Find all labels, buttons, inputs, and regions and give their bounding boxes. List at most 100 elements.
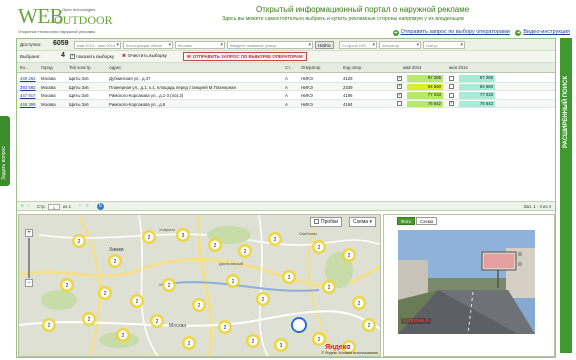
col-code[interactable]: Ко... [20,65,28,70]
map-cluster-marker[interactable]: 2 [116,328,130,342]
first-page-icon[interactable]: « [21,203,24,209]
row-code[interactable]: 449 399 [20,102,36,107]
col-side[interactable]: Ст. [285,65,291,70]
status-select[interactable]: статус [423,41,465,49]
next-page-icon[interactable]: › [79,203,81,209]
zoom-control[interactable]: + − [25,229,33,289]
col-city[interactable]: Город [41,65,53,70]
may-checkbox[interactable] [397,101,402,106]
show-selection-toggle[interactable]: показать выборку [70,53,114,59]
jun-checkbox[interactable] [449,75,454,81]
map-label-khimki: Химки [109,247,124,253]
col-jun[interactable]: июн 2014 [449,65,468,70]
map-cluster-marker[interactable]: 2 [162,278,176,292]
map-cluster-marker[interactable]: 2 [312,332,326,346]
prev-page-icon[interactable]: ‹ [28,203,30,209]
col-type[interactable]: Тип констр. [69,65,92,70]
logo[interactable]: WEB Open technologies OUTDOOR Открытые т… [16,5,128,35]
map-cluster-marker[interactable]: 3 [282,270,296,284]
operator-select[interactable]: оператор [379,41,421,49]
map-cluster-marker[interactable]: 3 [176,228,190,242]
last-page-icon[interactable]: » [86,203,89,209]
page-of: из 1 [63,204,71,209]
advanced-search-tab[interactable]: РАСШИРЕННЫЙ ПОИСК [560,38,572,353]
find-button[interactable]: Найти [315,41,334,49]
jun-checkbox[interactable] [449,100,454,106]
city-select[interactable]: Москва [175,41,225,49]
map-cluster-marker[interactable]: 2 [226,274,240,288]
selected-marker[interactable] [291,317,307,333]
map-cluster-marker[interactable]: 2 [268,232,282,246]
table-row[interactable]: 393 592 Москва Щиты 3х6 Планерная ул., д.1,… [17,82,555,91]
send-request-label: ОТПРАВИТЬ ЗАПРОС ПО ВЫБОРКЕ ОПЕРАТОРАМ [192,54,303,59]
advanced-search-label: РАСШИРЕННЫЙ ПОИСК [563,75,569,148]
construction-select[interactable]: Конструкции обычн [123,41,173,49]
row-code[interactable]: 393 592 [20,85,36,90]
map-cluster-marker[interactable]: 2 [342,248,356,262]
map-cluster-marker[interactable]: 2 [246,334,260,348]
period-select[interactable]: май 2014 - июн 2014 [74,41,121,49]
col-operator[interactable]: Оператор [301,65,320,70]
map-cluster-marker[interactable]: 2 [72,234,86,248]
row-code[interactable]: 449 262 [20,76,36,81]
map-cluster-marker[interactable]: 2 [352,296,366,310]
table-row[interactable]: 449 262 Москва Щиты 3х6 Дубнинская ул., д.4… [17,74,555,83]
col-address[interactable]: Адрес [109,65,121,70]
ask-question-tab[interactable]: Задать вопрос [0,116,10,186]
clear-selection-button[interactable]: ✖ Очистить выборку [122,53,167,59]
map-canvas[interactable]: 222 322222222222232222222223222 [19,215,381,357]
row-code[interactable]: 447 917 [20,93,36,98]
tab-photo[interactable]: Фото [397,217,416,225]
traffic-toggle[interactable]: Пробки [310,217,342,227]
map-cluster-count: 2 [328,285,331,291]
may-checkbox[interactable] [397,92,402,98]
map-cluster-count: 2 [168,283,171,289]
table-row[interactable]: 449 399 Москва Щиты 3х6 Римского-Корсакова … [17,99,555,108]
map-cluster-marker[interactable]: 2 [322,280,336,294]
map-cluster-count: 2 [232,279,235,285]
may-checkbox[interactable] [397,83,402,89]
map-cluster-marker[interactable]: 2 [142,230,156,244]
map-cluster-marker[interactable]: 2 [42,318,56,332]
map-copyright[interactable]: © Яндекс Условия использования [321,351,378,355]
map-cluster-marker[interactable]: 2 [182,336,196,350]
map-cluster-marker[interactable]: 2 [60,278,74,292]
may-checkbox[interactable] [397,75,402,81]
map-cluster-marker[interactable]: 2 [150,314,164,328]
page-input[interactable]: 1 [48,203,60,210]
map-cluster-marker[interactable]: 2 [108,254,122,268]
map-cluster-marker[interactable]: 2 [192,298,206,312]
zoom-in-button[interactable]: + [25,229,33,237]
video-instruction-link[interactable]: Видео-инструкция [523,29,570,35]
map-cluster-marker[interactable]: 2 [208,238,222,252]
jun-checkbox[interactable] [449,84,454,89]
street-input[interactable]: Введите название улицы [227,41,313,49]
map-cluster-marker[interactable]: 2 [130,294,144,308]
table-row[interactable]: 447 917 Москва Щиты 3х6 Римского-Корсакова … [17,91,555,100]
traffic-checkbox[interactable] [314,219,319,224]
map-cluster-marker[interactable]: 2 [256,292,270,306]
col-may[interactable]: май 2014 [403,65,422,70]
gid-select[interactable]: Сторона GID [339,41,377,49]
row-op-code: 2339 [343,84,353,90]
zoom-slider[interactable] [28,238,30,278]
map-cluster-marker[interactable]: 2 [312,240,326,254]
map-cluster-marker[interactable]: 2 [238,244,252,258]
map-cluster-marker[interactable]: 2 [362,318,376,332]
map-cluster-marker[interactable]: 3 [274,338,288,352]
map-cluster-marker[interactable]: 2 [82,312,96,326]
map[interactable]: 222322222222222232222222223222 Химки Мос… [18,214,381,357]
jun-price: 97 286 [459,75,495,82]
map-type-select[interactable]: Схема ▾ [349,217,376,227]
jun-checkbox[interactable] [449,92,454,98]
refresh-icon[interactable]: ↻ [97,203,104,210]
send-request-link[interactable]: Отправить запрос по выбору операторами [401,29,510,35]
row-type: Щиты 3х6 [69,84,89,90]
zoom-out-button[interactable]: − [25,279,33,287]
map-cluster-marker[interactable]: 2 [98,286,112,300]
tab-scheme[interactable]: Схема [416,217,438,225]
show-selection-checkbox[interactable] [70,53,75,59]
col-op-code[interactable]: Код опер. [343,65,362,70]
send-request-button[interactable]: ✉ ОТПРАВИТЬ ЗАПРОС ПО ВЫБОРКЕ ОПЕРАТОРАМ [183,52,307,61]
map-cluster-marker[interactable]: 2 [218,320,232,334]
